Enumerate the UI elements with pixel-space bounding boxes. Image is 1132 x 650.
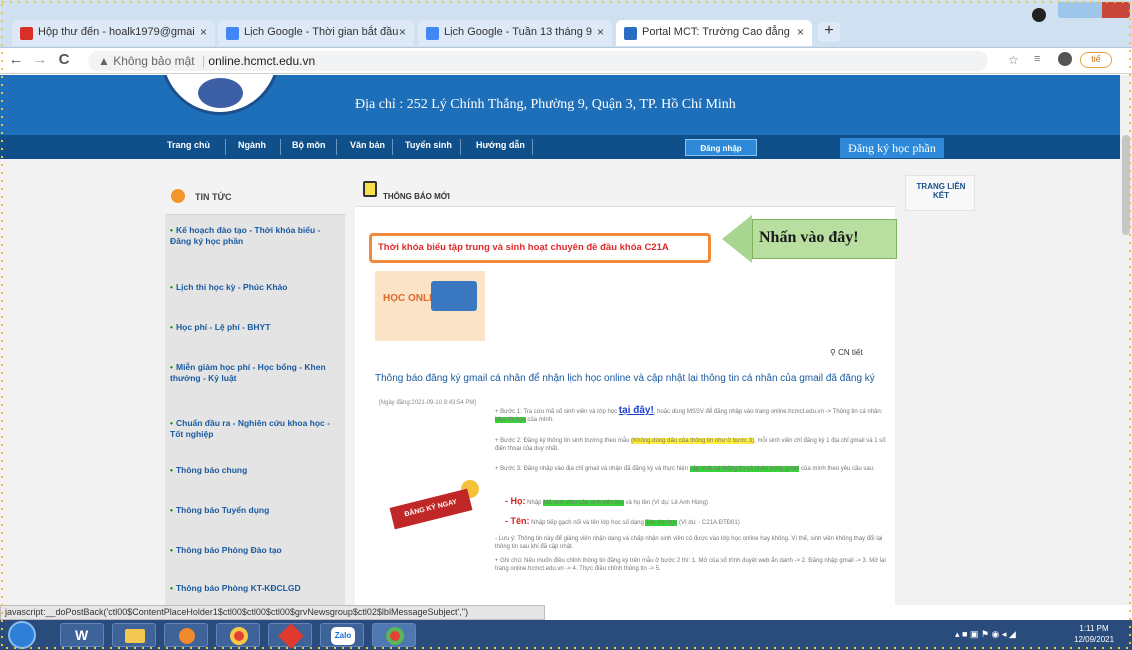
star-icon[interactable]: ☆ [1008,53,1019,67]
login-button[interactable]: Đăng nhập [685,139,757,156]
callout-text: Nhấn vào đây! [752,219,897,259]
close-icon[interactable]: × [399,25,406,39]
tab-calendar-1[interactable]: Lịch Google - Thời gian bắt đầu × [218,20,414,46]
page-scrollbar[interactable] [1120,75,1132,605]
news-sidebar: TIN TỨC • Kế hoạch đào tạo - Thời khóa bi… [165,175,345,605]
menu-item-huong-dan[interactable]: Hướng dẫn [476,140,525,150]
links-panel[interactable]: TRANG LIÊN KẾT [905,175,975,211]
tab-label: Hộp thư đến - hoalk1979@gmai [38,26,195,38]
step-1: + Bước 1: Tra cứu mã số sinh viên và lớp… [495,405,883,423]
sidebar-item-mien-giam[interactable]: • Miễn giảm học phí - Học bổng - Khen thư… [170,362,340,384]
media-icon[interactable] [164,623,208,647]
calendar-icon [226,27,239,40]
tab-label: Portal MCT: Trường Cao đẳng [642,26,790,38]
system-tray[interactable]: ▴ ■ ▣ ⚑ ◉ ◂ ◢ [955,629,1016,640]
close-icon[interactable]: × [797,25,804,39]
forward-icon[interactable]: → [30,51,50,68]
links-title: TRANG LIÊN KẾT [916,182,966,200]
chrome-active-icon[interactable] [372,623,416,647]
highlight-link[interactable]: Thời khóa biểu tập trung và sinh hoạt ch… [378,242,669,253]
windows-taskbar: W Zalo ▴ ■ ▣ ⚑ ◉ ◂ ◢ 1:11 PM 12/09/2021 [0,620,1132,650]
window-controls[interactable] [1058,2,1130,18]
detail-link[interactable]: ⚲ CN tiết [830,348,863,357]
step-3: + Bước 3: Đăng nhập vào địa chỉ gmail và… [495,466,875,472]
reload-icon[interactable]: C [54,51,74,68]
url-input[interactable]: ▲ Không bảo mật | online.hcmct.edu.vn [88,51,988,71]
security-warning[interactable]: ▲ Không bảo mật [98,54,195,68]
close-icon[interactable]: × [597,25,604,39]
tab-portal[interactable]: Portal MCT: Trường Cao đẳng × [616,20,812,46]
click-here-callout: Nhấn vào đây! [722,215,912,263]
new-tab-button[interactable]: + [818,22,840,42]
news-icon [171,189,185,203]
tai-day-link[interactable]: tại đây! [619,405,654,416]
highlight-notice[interactable]: Thời khóa biểu tập trung và sinh hoạt ch… [369,233,711,263]
chrome-icon[interactable] [216,623,260,647]
menu-item-van-ban[interactable]: Văn bản [350,140,385,150]
explorer-icon[interactable] [112,623,156,647]
menu-item-bo-mon[interactable]: Bộ môn [292,140,326,150]
main-title: THÔNG BÁO MỚI [383,192,450,201]
back-icon[interactable]: ← [6,51,26,68]
web-page: Địa chỉ : 252 Lý Chính Thắng, Phường 9, … [0,75,1132,605]
school-address: Địa chỉ : 252 Lý Chính Thắng, Phường 9, … [355,97,736,112]
laptop-icon [431,281,477,311]
reading-list-icon[interactable]: ≡ [1034,53,1040,65]
online-learning-image[interactable]: HỌC ONLINE [375,271,485,341]
sidebar-title: TIN TỨC [195,192,232,202]
word-icon[interactable]: W [60,623,104,647]
calendar-icon [426,27,439,40]
notice-date: [Ngày đăng:2021-09-10 8:43:54 PM] [379,400,477,406]
sidebar-item-phong-kt[interactable]: • Thông báo Phòng KT-KĐCLGD [170,583,340,594]
sidebar-item-lich-thi[interactable]: • Lịch thi học kỳ - Phúc Khảo [170,282,340,293]
notice-title[interactable]: Thông báo đăng ký gmail cá nhân để nhận … [375,373,885,385]
note-2: + Ghi chú: Nếu muốn điều chỉnh thông tin… [495,558,886,572]
notice-icon [363,181,377,197]
register-now-badge: ĐĂNG KÝ NGAY [389,488,473,530]
clock-time: 1:11 PM [1079,624,1109,633]
status-bar: javascript:__doPostBack('ctl00$ContentPl… [0,605,545,620]
sidebar-item-ke-hoach[interactable]: • Kế hoạch đào tạo - Thời khóa biểu - Đăn… [170,225,340,247]
school-logo[interactable] [160,75,280,115]
sidebar-item-chuan-dau-ra[interactable]: • Chuẩn đầu ra - Nghiên cứu khoa học - Tố… [170,418,340,440]
step-ten: - Tên: Nhập tiếp gạch nối và tên lớp học… [505,516,740,526]
register-now-image: ĐĂNG KÝ NGAY [385,480,485,530]
step-ho: - Họ: Nhập Mã sinh viên của sinh viên lớ… [505,496,708,506]
note-1: - Lưu ý: Thông tin này để giảng viên nhậ… [495,536,883,550]
sidebar-item-hoc-phi[interactable]: • Học phí - Lệ phí - BHYT [170,322,340,333]
zalo-icon[interactable]: Zalo [320,623,364,647]
menu-item-tuyen-sinh[interactable]: Tuyển sinh [405,140,452,150]
clock-date: 12/09/2021 [1074,635,1115,644]
step-2: + Bước 2: Đăng ký thông tin sinh trường … [495,438,886,452]
menu-item-home[interactable]: Trang chủ [167,140,210,150]
windows-start-icon[interactable] [8,621,36,649]
tab-label: Lịch Google - Thời gian bắt đầu [244,26,399,38]
arrow-icon [722,215,752,263]
tab-calendar-2[interactable]: Lịch Google - Tuần 13 tháng 9 × [418,20,612,46]
sidebar-item-tuyen-dung[interactable]: • Thông báo Tuyển dụng [170,505,340,516]
profile-icon[interactable] [1032,8,1046,22]
sidebar-item-phong-dao-tao[interactable]: • Thông báo Phòng Đào tạo [170,545,340,556]
tab-gmail[interactable]: Hộp thư đến - hoalk1979@gmai × [12,20,215,46]
search-icon: ⚲ [830,348,839,357]
tab-label: Lịch Google - Tuần 13 tháng 9 [444,26,592,38]
profile-button[interactable]: tiế [1080,52,1112,68]
extension-icon[interactable] [1058,52,1072,66]
sidebar-header: TIN TỨC [165,175,345,215]
window-close-button[interactable] [1102,2,1130,18]
address-bar: ← → C ▲ Không bảo mật | online.hcmct.edu… [0,48,1132,74]
menu-item-nganh[interactable]: Ngành [238,140,266,150]
clock[interactable]: 1:11 PM 12/09/2021 [1074,623,1114,645]
sidebar-item-thong-bao-chung[interactable]: • Thông báo chung [170,465,340,476]
site-header: Địa chỉ : 252 Lý Chính Thắng, Phường 9, … [0,75,1132,135]
anydesk-icon[interactable] [268,623,312,649]
close-icon[interactable]: × [200,25,207,39]
browser-tab-bar: Hộp thư đến - hoalk1979@gmai × Lịch Goog… [0,0,1132,48]
main-header: THÔNG BÁO MỚI [355,175,895,207]
main-menu: Trang chủ Ngành Bộ môn Văn bản Tuyển sin… [0,135,1132,159]
gmail-icon [20,27,33,40]
portal-icon [624,27,637,40]
register-course-button[interactable]: Đăng ký học phần [840,138,944,158]
url-text: online.hcmct.edu.vn [208,54,316,68]
